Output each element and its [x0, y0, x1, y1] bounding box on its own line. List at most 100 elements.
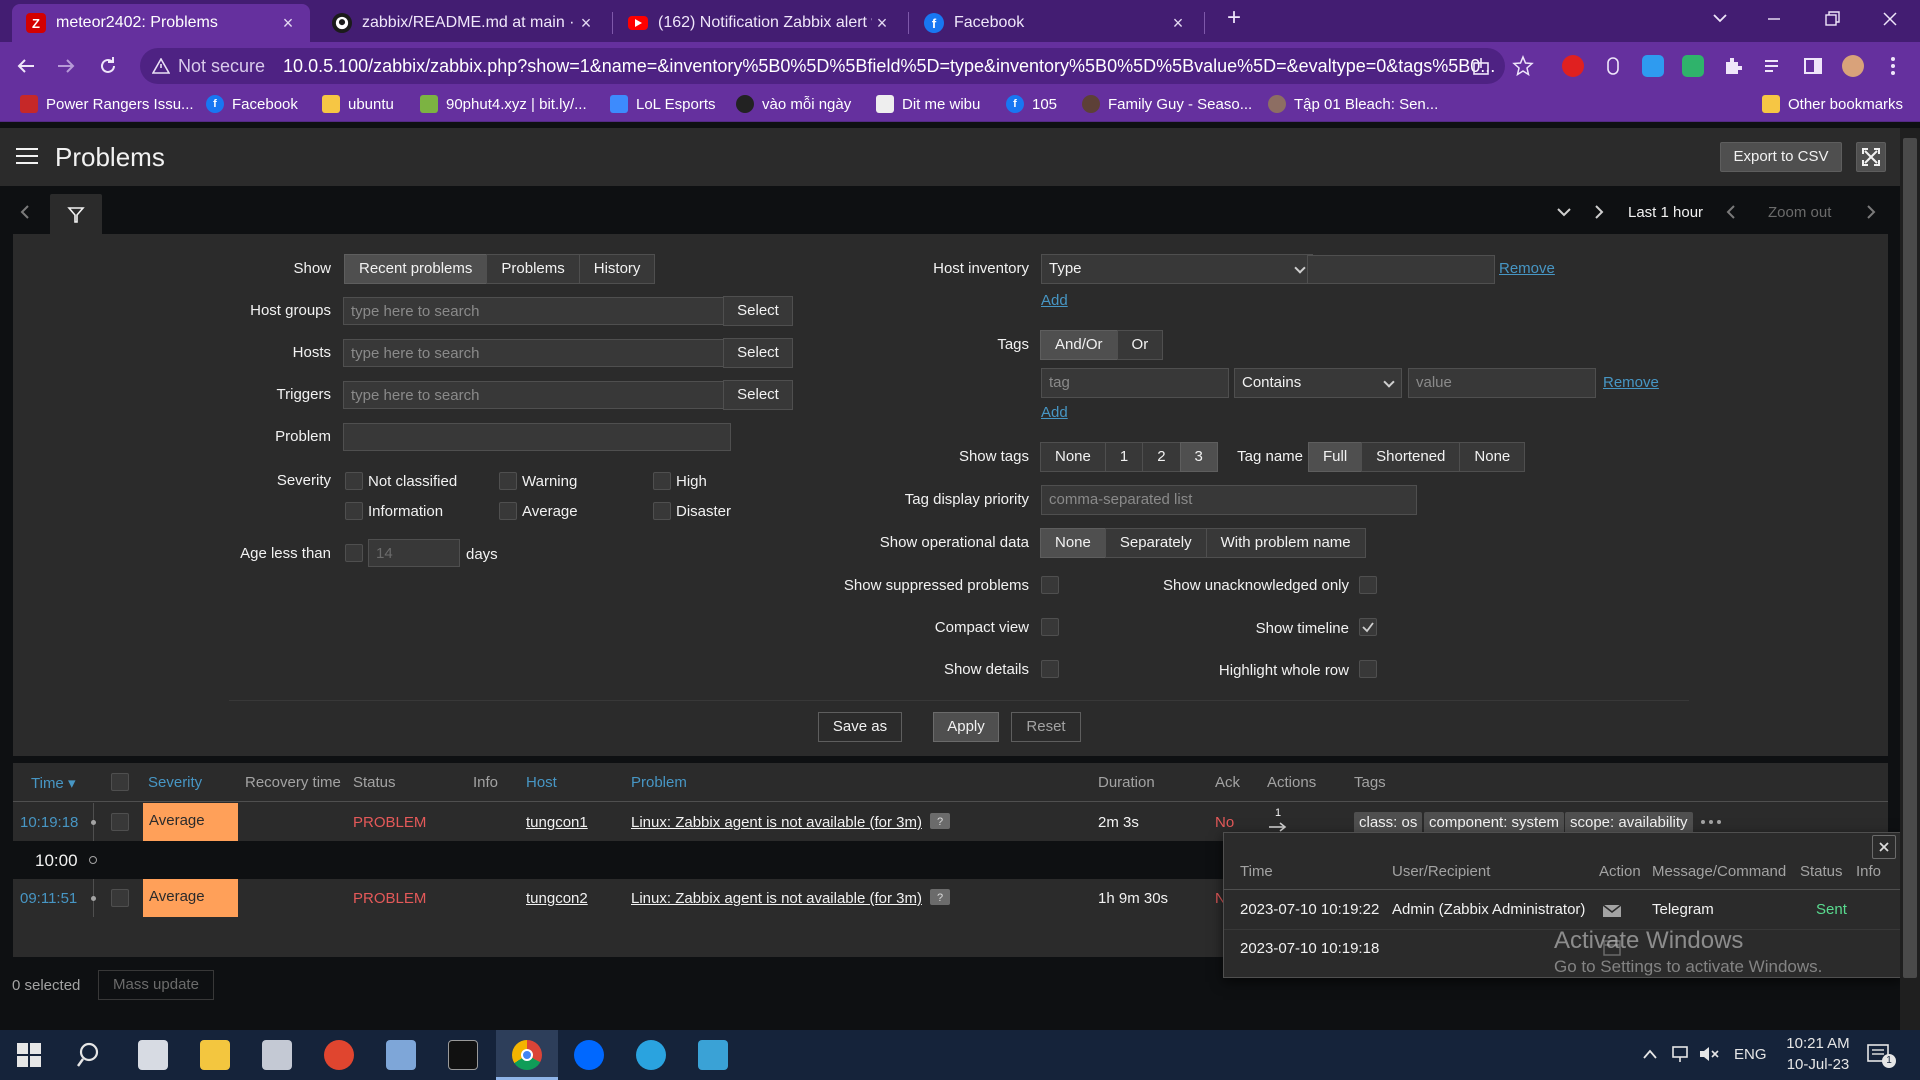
- share-icon[interactable]: [1470, 55, 1492, 77]
- close-icon[interactable]: ×: [576, 13, 596, 34]
- show-tags-1[interactable]: 1: [1104, 442, 1144, 472]
- taskbar-app-icon[interactable]: [698, 1040, 728, 1070]
- bookmark-item[interactable]: LoL Esports: [610, 95, 716, 113]
- forward-arrow-icon[interactable]: [54, 54, 78, 78]
- restore-icon[interactable]: [1812, 8, 1852, 30]
- green-extension-icon[interactable]: [1682, 55, 1704, 77]
- bookmark-item[interactable]: Family Guy - Seaso...: [1082, 95, 1252, 113]
- filter-tab[interactable]: [50, 194, 102, 236]
- close-icon[interactable]: ×: [278, 13, 298, 34]
- tray-chevron-up-icon[interactable]: [1642, 1048, 1658, 1060]
- tag-badge[interactable]: class: os: [1354, 812, 1423, 834]
- terminal-icon[interactable]: [448, 1040, 478, 1070]
- col-severity-header[interactable]: Severity: [148, 774, 202, 791]
- age-days-input[interactable]: 14: [368, 539, 460, 567]
- tags-or[interactable]: Or: [1116, 330, 1164, 360]
- window-close-icon[interactable]: [1870, 8, 1910, 30]
- browser-menu-icon[interactable]: [1882, 55, 1904, 77]
- tab-search-chevron-icon[interactable]: [1700, 8, 1740, 30]
- popup-close-icon[interactable]: [1872, 835, 1896, 859]
- download-extension-icon[interactable]: [1642, 55, 1664, 77]
- export-csv-button[interactable]: Export to CSV: [1720, 142, 1842, 172]
- language-indicator[interactable]: ENG: [1734, 1046, 1767, 1063]
- details-checkbox[interactable]: [1041, 660, 1059, 678]
- row-checkbox[interactable]: [111, 889, 129, 907]
- highlight-checkbox[interactable]: [1359, 660, 1377, 678]
- close-icon[interactable]: ×: [1168, 13, 1188, 34]
- media-queue-icon[interactable]: [1762, 55, 1784, 77]
- reset-button[interactable]: Reset: [1011, 712, 1081, 742]
- inventory-field-select[interactable]: Type: [1041, 254, 1313, 284]
- browser-tab-facebook[interactable]: f Facebook ×: [910, 4, 1200, 42]
- network-icon[interactable]: [1670, 1044, 1692, 1064]
- back-arrow-icon[interactable]: [14, 54, 38, 78]
- clock-date[interactable]: 10-Jul-23: [1780, 1056, 1856, 1073]
- show-history[interactable]: History: [578, 254, 656, 284]
- bookmark-item[interactable]: Tập 01 Bleach: Sen...: [1268, 95, 1438, 113]
- chrome-taskbar-active[interactable]: [496, 1030, 558, 1080]
- inventory-remove-link[interactable]: Remove: [1499, 260, 1555, 277]
- tag-operator-select[interactable]: Contains: [1234, 368, 1402, 398]
- message-icon[interactable]: ?: [930, 889, 950, 905]
- zoom-out-label[interactable]: Zoom out: [1768, 204, 1831, 221]
- zalo-icon[interactable]: [574, 1040, 604, 1070]
- event-time-link[interactable]: 09:11:51: [20, 890, 77, 907]
- show-tags-none[interactable]: None: [1040, 442, 1106, 472]
- time-range-label[interactable]: Last 1 hour: [1628, 204, 1703, 221]
- adblock-extension-icon[interactable]: [1562, 55, 1584, 77]
- tag-priority-input[interactable]: comma-separated list: [1041, 485, 1417, 515]
- browser-tab-problems[interactable]: Z meteor2402: Problems ×: [12, 4, 310, 42]
- mass-update-button[interactable]: Mass update: [98, 970, 214, 1000]
- inventory-add-link[interactable]: Add: [1041, 292, 1068, 309]
- tag-name-full[interactable]: Full: [1308, 442, 1363, 472]
- unack-checkbox[interactable]: [1359, 576, 1377, 594]
- page-scrollbar[interactable]: [1900, 128, 1920, 1030]
- host-groups-select-button[interactable]: Select: [723, 296, 793, 326]
- browser-tab-github[interactable]: zabbix/README.md at main · tun ×: [318, 4, 608, 42]
- suppressed-checkbox[interactable]: [1041, 576, 1059, 594]
- browser-tab-youtube[interactable]: (162) Notification Zabbix alert wi ×: [614, 4, 904, 42]
- chevron-left-icon[interactable]: [18, 204, 32, 220]
- severity-not-classified-checkbox[interactable]: [345, 472, 363, 490]
- telegram-icon[interactable]: [636, 1040, 666, 1070]
- close-icon[interactable]: ×: [872, 13, 892, 34]
- host-link[interactable]: tungcon1: [526, 814, 588, 831]
- extensions-puzzle-icon[interactable]: [1722, 55, 1744, 77]
- scrollbar-thumb[interactable]: [1903, 138, 1917, 978]
- tags-and-or[interactable]: And/Or: [1040, 330, 1118, 360]
- col-problem-header[interactable]: Problem: [631, 774, 687, 791]
- show-recent-problems[interactable]: Recent problems: [344, 254, 488, 284]
- show-tags-2[interactable]: 2: [1142, 442, 1181, 472]
- bookmark-item[interactable]: f 105: [1006, 95, 1057, 113]
- timeline-checkbox[interactable]: [1359, 618, 1377, 636]
- host-link[interactable]: tungcon2: [526, 890, 588, 907]
- search-icon[interactable]: [76, 1040, 106, 1070]
- triggers-input[interactable]: type here to search: [343, 381, 731, 409]
- taskbar-app-icon[interactable]: [138, 1040, 168, 1070]
- show-problems[interactable]: Problems: [486, 254, 580, 284]
- mouse-extension-icon[interactable]: [1602, 55, 1624, 77]
- side-panel-icon[interactable]: [1802, 55, 1824, 77]
- op-data-none[interactable]: None: [1040, 528, 1106, 558]
- tag-badge[interactable]: scope: availability: [1565, 812, 1693, 834]
- severity-warning-checkbox[interactable]: [499, 472, 517, 490]
- taskbar-app-icon[interactable]: [324, 1040, 354, 1070]
- tag-badge[interactable]: component: system: [1424, 812, 1565, 834]
- other-bookmarks[interactable]: Other bookmarks: [1762, 95, 1903, 113]
- severity-average-checkbox[interactable]: [499, 502, 517, 520]
- more-tags-icon[interactable]: [1699, 813, 1723, 831]
- bookmark-star-icon[interactable]: [1512, 55, 1534, 77]
- severity-high-checkbox[interactable]: [653, 472, 671, 490]
- tag-name-shortened[interactable]: Shortened: [1361, 442, 1461, 472]
- volume-muted-icon[interactable]: [1698, 1044, 1722, 1064]
- op-data-separately[interactable]: Separately: [1104, 528, 1207, 558]
- taskbar-app-icon[interactable]: [262, 1040, 292, 1070]
- event-time-link[interactable]: 10:19:18: [20, 814, 78, 831]
- bookmark-item[interactable]: Dit me wibu: [876, 95, 980, 113]
- taskbar-app-icon[interactable]: [386, 1040, 416, 1070]
- time-next-icon[interactable]: [1864, 204, 1878, 220]
- compact-checkbox[interactable]: [1041, 618, 1059, 636]
- address-bar[interactable]: Not secure 10.0.5.100/zabbix/zabbix.php?…: [140, 48, 1505, 84]
- tag-input[interactable]: tag: [1041, 368, 1229, 398]
- problem-input[interactable]: [343, 423, 731, 451]
